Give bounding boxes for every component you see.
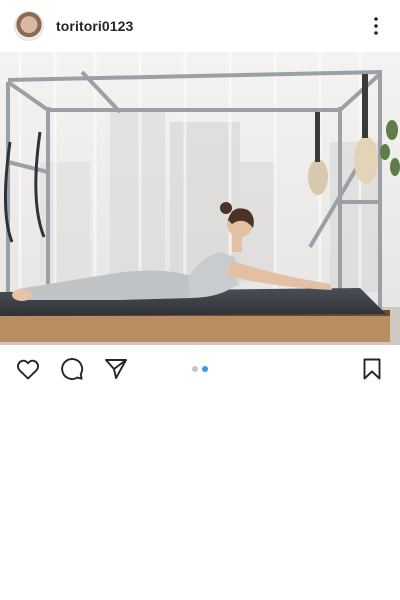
- comment-button[interactable]: [58, 355, 86, 383]
- post-photo[interactable]: [0, 52, 400, 345]
- share-button[interactable]: [102, 355, 130, 383]
- carousel-dot-active: [202, 366, 208, 372]
- pilates-cadillac-photo: [0, 52, 400, 345]
- post-actions-bar: [0, 345, 400, 393]
- bookmark-icon: [363, 358, 381, 380]
- avatar[interactable]: [14, 11, 44, 41]
- post-header: toritori0123: [0, 0, 400, 52]
- more-vertical-icon: [374, 17, 378, 35]
- username[interactable]: toritori0123: [56, 18, 133, 34]
- comment-icon: [61, 358, 84, 380]
- send-icon: [105, 359, 127, 379]
- like-button[interactable]: [14, 355, 42, 383]
- save-button[interactable]: [358, 355, 386, 383]
- heart-icon: [17, 359, 39, 380]
- more-options-button[interactable]: [366, 14, 386, 38]
- carousel-indicator: [192, 366, 208, 372]
- carousel-dot: [192, 366, 198, 372]
